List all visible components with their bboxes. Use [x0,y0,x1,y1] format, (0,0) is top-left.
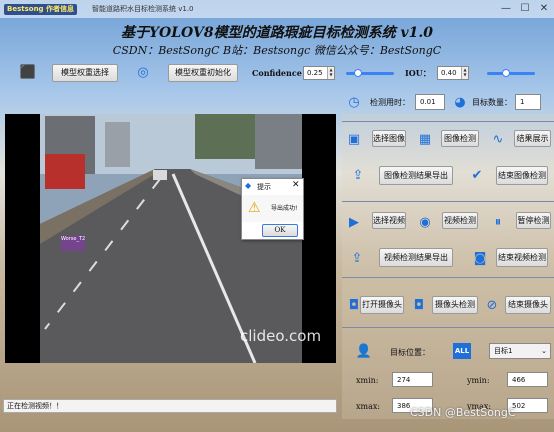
slider-handle[interactable] [502,69,511,77]
dialog-close-icon[interactable]: ✕ [292,180,300,190]
select-image-button[interactable]: 选择图像 [372,130,406,147]
xmax-label: xmax: [356,402,381,411]
confidence-value: 0.25 [307,69,323,77]
divider [342,277,554,278]
ok-button[interactable]: OK [262,224,298,237]
check-icon: ✔ [471,167,483,183]
spin-arrows-icon[interactable]: ▲ ▼ [461,67,468,79]
upload-icon: ⇪ [351,250,363,266]
select-video-button[interactable]: 选择视频 [372,212,406,229]
divider [342,327,554,328]
iou-label: IOU： [405,68,431,78]
iou-spinbox[interactable]: 0.40 ▲ ▼ [437,66,469,80]
pie-icon: ◕ [454,94,466,110]
iou-slider[interactable] [487,69,535,77]
pause-detection-button[interactable]: 暂停检测 [516,212,551,229]
divider [342,201,554,202]
target-select[interactable]: 目标1 ⌄ [489,343,551,359]
webcam-icon: ◉ [419,214,431,230]
confidence-label: Confidence [252,68,302,78]
slider-handle[interactable] [354,69,362,77]
detection-label: Worse_T2 [61,236,86,242]
xmin-label: xmin: [356,376,379,385]
minimize-icon[interactable]: — [498,2,514,16]
ymin-label: ymin: [467,376,490,385]
video-icon: ▶ [349,214,359,230]
target-icon: ◎ [137,64,149,80]
export-image-button[interactable]: 图像检测结果导出 [379,166,453,185]
close-icon[interactable]: ✕ [536,2,552,16]
chart-icon: ∿ [492,131,504,147]
stop-icon: ◙ [473,250,487,266]
confidence-slider[interactable] [346,69,394,77]
image-icon: ▣ [347,131,361,147]
title-bar: Bestsong 作者信息 智能道路积水目标检测系统 v1.0 — ☐ ✕ [0,0,554,18]
finish-camera-button[interactable]: 结束摄像头 [505,296,551,314]
init-weights-button[interactable]: 模型权重初始化 [168,64,238,82]
count-label: 目标数量： [472,98,512,107]
confidence-spinbox[interactable]: 0.25 ▲ ▼ [303,66,335,80]
pause-icon: ⏸ [494,214,502,230]
upload-icon: ⇪ [352,167,364,183]
cube-icon: ⬛ [19,64,37,80]
app-logo: Bestsong 作者信息 [4,4,78,15]
spin-arrows-icon[interactable]: ▲ ▼ [327,67,334,79]
dialog-message: 导出成功! [271,205,298,212]
select-weights-button[interactable]: 模型权重选择 [52,64,118,82]
divider [342,121,554,122]
video-watermark: clideo.com [240,327,322,345]
photo-detect-icon: ▦ [418,131,432,147]
finish-video-button[interactable]: 结束视频检测 [496,248,548,267]
open-camera-button[interactable]: 打开摄像头 [360,296,404,314]
count-value: 1 [515,94,541,110]
status-bar: 正在检测视频！！ [3,399,337,413]
camera-off-icon: ⊘ [486,297,498,313]
detect-video-button[interactable]: 视频检测 [442,212,478,229]
maximize-icon[interactable]: ☐ [517,2,533,16]
warning-icon: ⚠ [248,200,261,216]
xmin-value: 274 [392,372,433,387]
detect-camera-button[interactable]: 摄像头检测 [432,296,478,314]
target-position-label: 目标位置： [390,348,430,357]
clock-icon: ◷ [348,94,360,110]
target-select-value: 目标1 [494,347,513,355]
ymin-value: 466 [507,372,548,387]
finish-image-button[interactable]: 结束图像检测 [496,166,548,185]
page-title: 基于YOLOV8模型的道路瑕疵目标检测系统 v1.0 [121,25,433,41]
dialog-title: 提示 [257,183,271,191]
export-video-button[interactable]: 视频检测结果导出 [379,248,453,267]
window-title: 智能道路积水目标检测系统 v1.0 [92,5,194,13]
person-icon: 👤 [355,343,373,359]
iou-value: 0.40 [441,69,457,77]
time-label: 检测用时： [370,98,410,107]
time-value: 0.01 [415,94,445,110]
show-results-button[interactable]: 结果展示 [514,130,551,147]
page-subtitle: CSDN：BestSongC B站：Bestsongc 微信公众号：BestSo… [112,44,442,57]
dialog-app-icon: ◆ [245,181,252,190]
all-badge: ALL [453,343,471,359]
chevron-down-icon: ⌄ [541,347,547,355]
message-dialog: ◆ 提示 ✕ ⚠ 导出成功! OK [241,178,304,240]
footer-watermark: CSDN @BestSongC [410,406,516,419]
detect-image-button[interactable]: 图像检测 [441,130,479,147]
camera-detect-icon: ◘ [413,297,425,313]
